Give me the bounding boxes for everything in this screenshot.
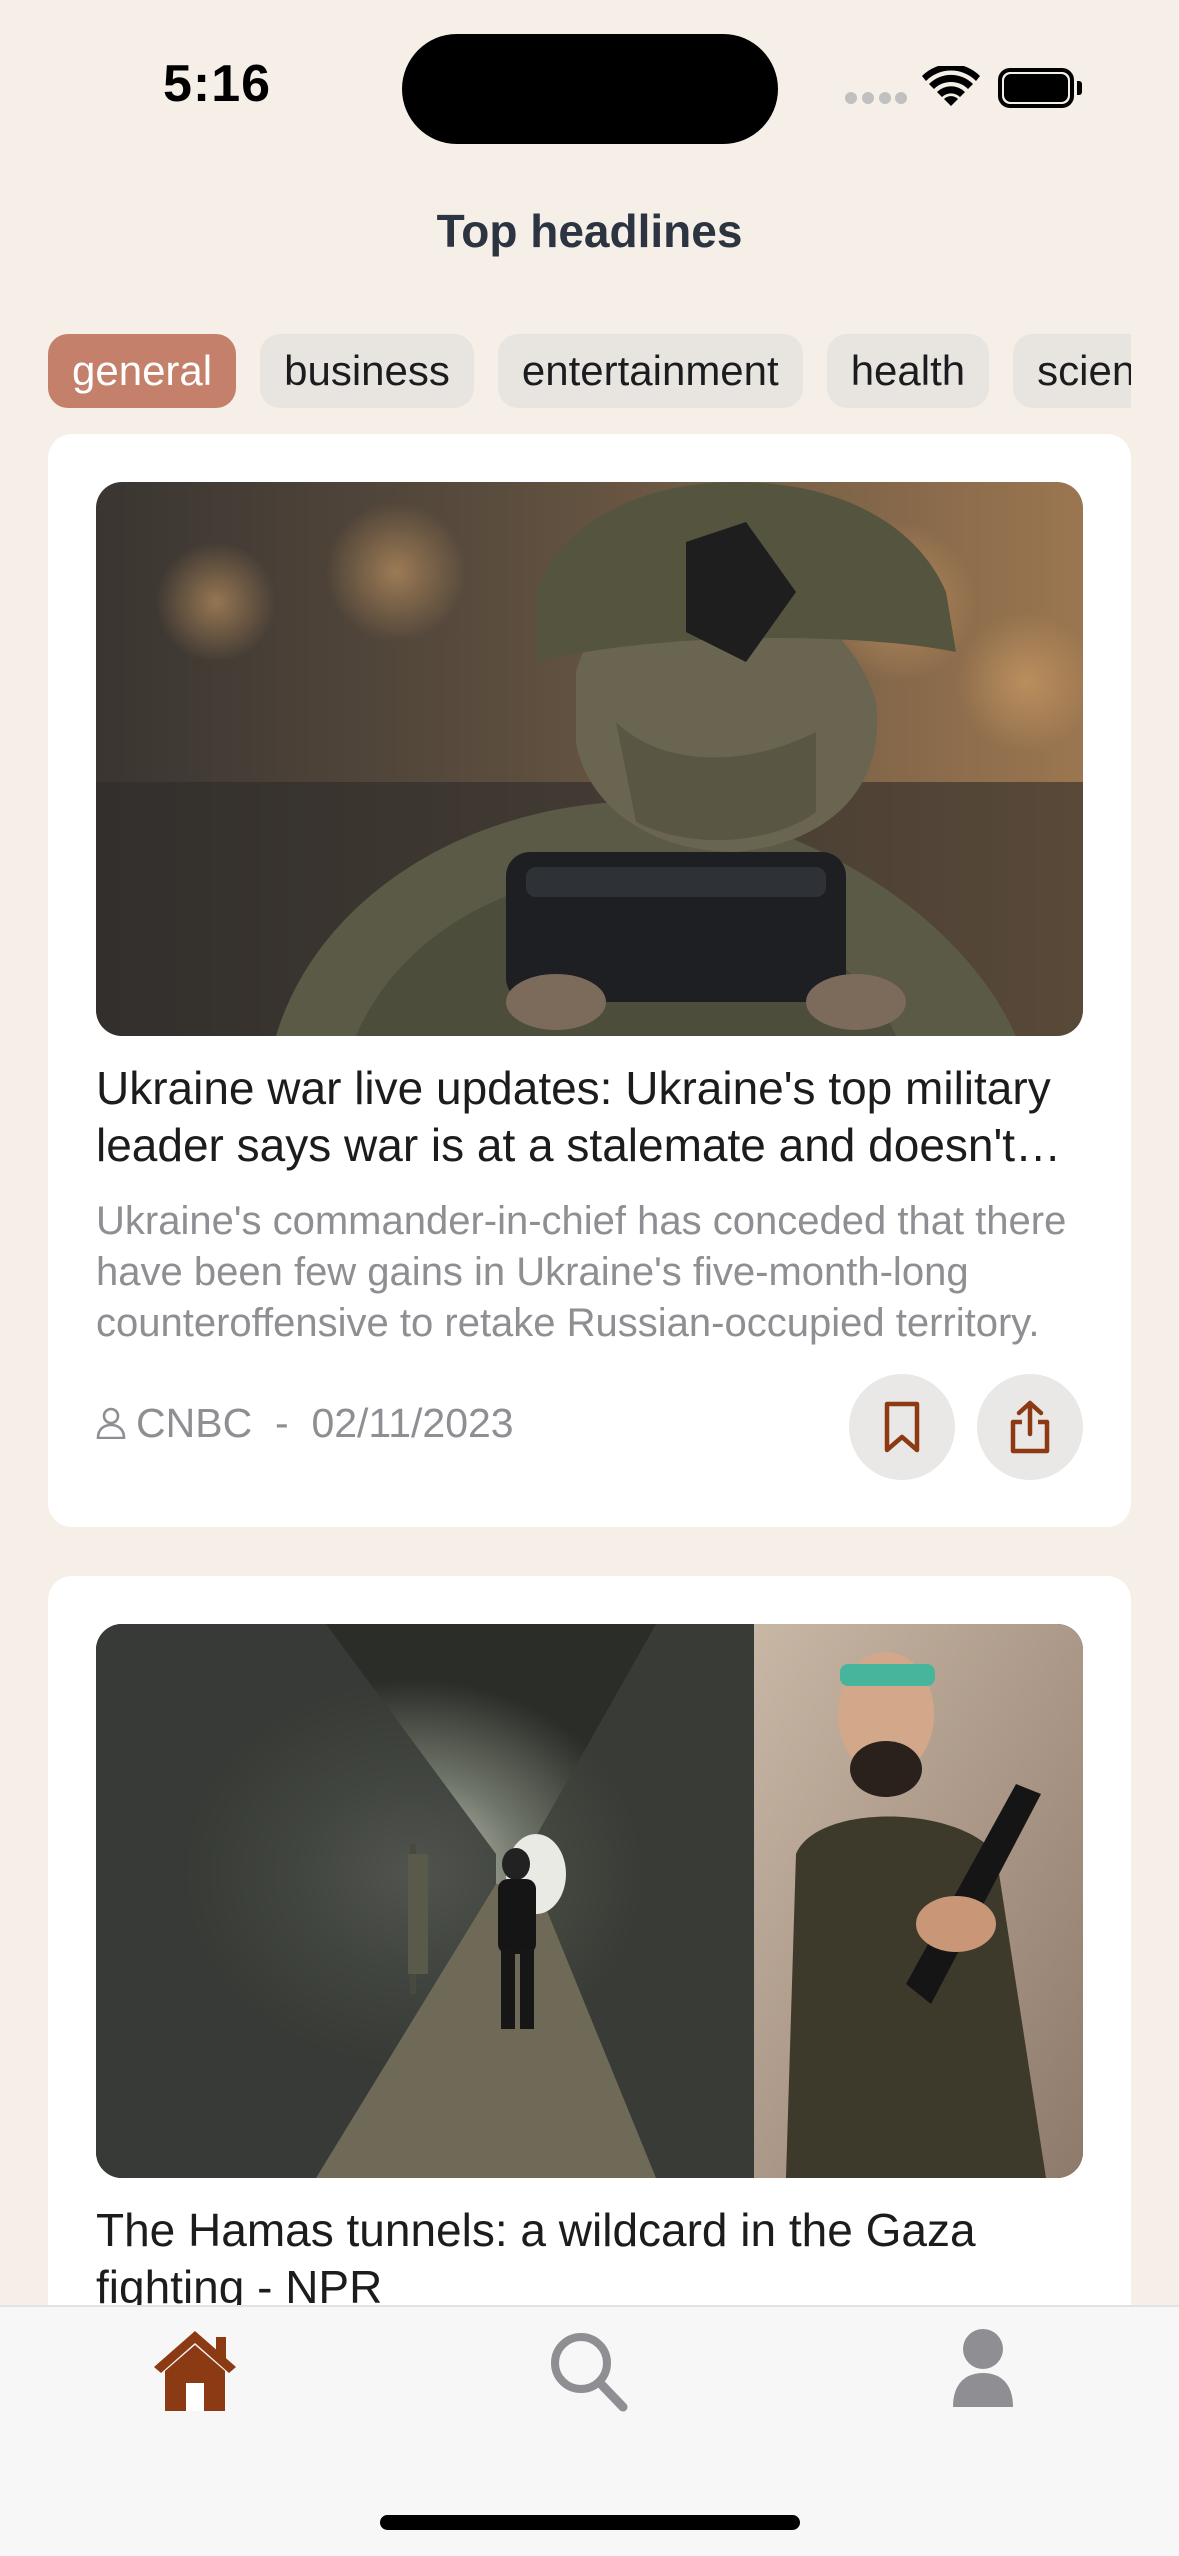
cellular-signal-icon: [845, 92, 907, 108]
tab-search[interactable]: [543, 2327, 633, 2413]
article-source: CNBC: [136, 1400, 253, 1446]
person-icon: [96, 1407, 126, 1439]
article-title: Ukraine war live updates: Ukraine's top …: [96, 1062, 1051, 1171]
share-button[interactable]: [977, 1374, 1083, 1480]
category-tabs: general business entertainment health scienc…: [48, 334, 1131, 410]
article-card[interactable]: Ukraine war live updates: Ukraine's top …: [48, 434, 1131, 1527]
app-screen: 5:16 Top headlines general business entert…: [0, 0, 1179, 2556]
share-icon: [1010, 1400, 1050, 1454]
category-chip-health[interactable]: health: [826, 334, 990, 408]
status-time: 5:16: [163, 55, 272, 113]
bookmark-button[interactable]: [849, 1374, 955, 1480]
meta-separator: -: [274, 1400, 289, 1446]
category-chip-business[interactable]: business: [260, 334, 474, 408]
article-image: [96, 1624, 1083, 2178]
category-chip-entertainment[interactable]: entertainment: [497, 334, 803, 408]
wifi-icon: [922, 63, 980, 110]
search-icon: [551, 2333, 628, 2412]
home-indicator[interactable]: [380, 2515, 800, 2530]
profile-icon: [953, 2329, 1013, 2407]
tab-profile[interactable]: [938, 2327, 1028, 2413]
dynamic-island: [402, 34, 778, 144]
page-title: Top headlines: [436, 205, 743, 257]
category-chip-general[interactable]: general: [48, 334, 237, 408]
home-icon: [154, 2331, 236, 2411]
battery-icon: [998, 68, 1082, 108]
article-description: Ukraine's commander-in-chief has concede…: [96, 1199, 1067, 1345]
category-chip-science[interactable]: science: [1013, 334, 1131, 408]
article-date: 02/11/2023: [311, 1400, 514, 1446]
tab-home[interactable]: [150, 2327, 240, 2413]
bookmark-icon: [884, 1401, 920, 1453]
article-image: [96, 482, 1083, 1036]
article-title: The Hamas tunnels: a wildcard in the Gaz…: [96, 2204, 976, 2313]
article-meta: CNBC - 02/11/2023: [96, 1400, 514, 1447]
